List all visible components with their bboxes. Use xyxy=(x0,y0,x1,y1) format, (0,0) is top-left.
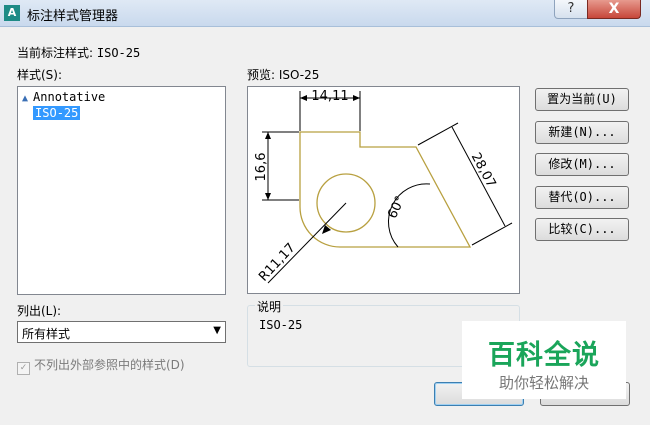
dim-top-width-text: 14,11 xyxy=(311,89,348,104)
xref-checkbox: ✓ xyxy=(17,362,30,375)
watermark-overlay: 百科全说 助你轻松解决 xyxy=(462,321,626,399)
new-style-button[interactable]: 新建(N)... xyxy=(535,121,629,144)
watermark-subtitle: 助你轻松解决 xyxy=(498,374,589,392)
xref-option: ✓ 不列出外部参照中的样式(D) xyxy=(17,356,185,375)
preview-pane: 14,11 16,6 28,07 60° R11,17 xyxy=(247,86,520,294)
modify-style-button[interactable]: 修改(M)... xyxy=(535,153,629,176)
preview-label: 预览: ISO-25 xyxy=(247,68,320,82)
preview-drawing: 14,11 16,6 28,07 60° R11,17 xyxy=(254,89,513,285)
list-item-annotative[interactable]: ▲ Annotative xyxy=(22,89,105,105)
list-filter-value: 所有样式 xyxy=(22,327,71,341)
override-style-button[interactable]: 替代(O)... xyxy=(535,186,629,209)
list-item-label: ISO-25 xyxy=(33,106,81,120)
styles-label: 样式(S): xyxy=(17,68,63,82)
autocad-app-icon: A xyxy=(4,5,20,21)
watermark-title: 百科全说 xyxy=(488,340,600,371)
ext-line xyxy=(471,222,513,246)
current-style-line: 当前标注样式: ISO-25 xyxy=(17,44,140,61)
annotative-triangle-icon: ▲ xyxy=(22,93,29,104)
dropdown-arrow-icon[interactable]: ▼ xyxy=(213,325,221,336)
ext-line xyxy=(417,122,459,146)
styles-listbox[interactable]: ▲ Annotative ▲ISO-25 xyxy=(17,86,226,295)
title-bar[interactable]: A 标注样式管理器 ? X xyxy=(0,0,650,27)
window-title: 标注样式管理器 xyxy=(27,9,119,24)
description-label: 说明 xyxy=(255,298,284,315)
xref-checkbox-label: 不列出外部参照中的样式(D) xyxy=(34,358,185,372)
set-current-button[interactable]: 置为当前(U) xyxy=(535,88,629,111)
list-item-label: Annotative xyxy=(33,90,106,104)
close-button[interactable]: X xyxy=(587,0,641,19)
dim-radius-text: R11,17 xyxy=(256,241,299,285)
dim-left-height-text: 16,6 xyxy=(254,153,269,182)
list-item-iso-25[interactable]: ▲ISO-25 xyxy=(22,105,81,121)
description-text: ISO-25 xyxy=(259,318,303,332)
dim-angle-text: 60° xyxy=(385,194,408,221)
dim-slant-text: 28,07 xyxy=(468,150,499,190)
list-filter-label: 列出(L): xyxy=(17,304,62,318)
current-style-value: ISO-25 xyxy=(96,46,141,60)
list-filter-select[interactable]: 所有样式 ▼ xyxy=(17,321,226,343)
current-style-label: 当前标注样式: xyxy=(17,46,94,60)
help-button[interactable]: ? xyxy=(554,0,588,19)
compare-style-button[interactable]: 比较(C)... xyxy=(535,218,629,241)
